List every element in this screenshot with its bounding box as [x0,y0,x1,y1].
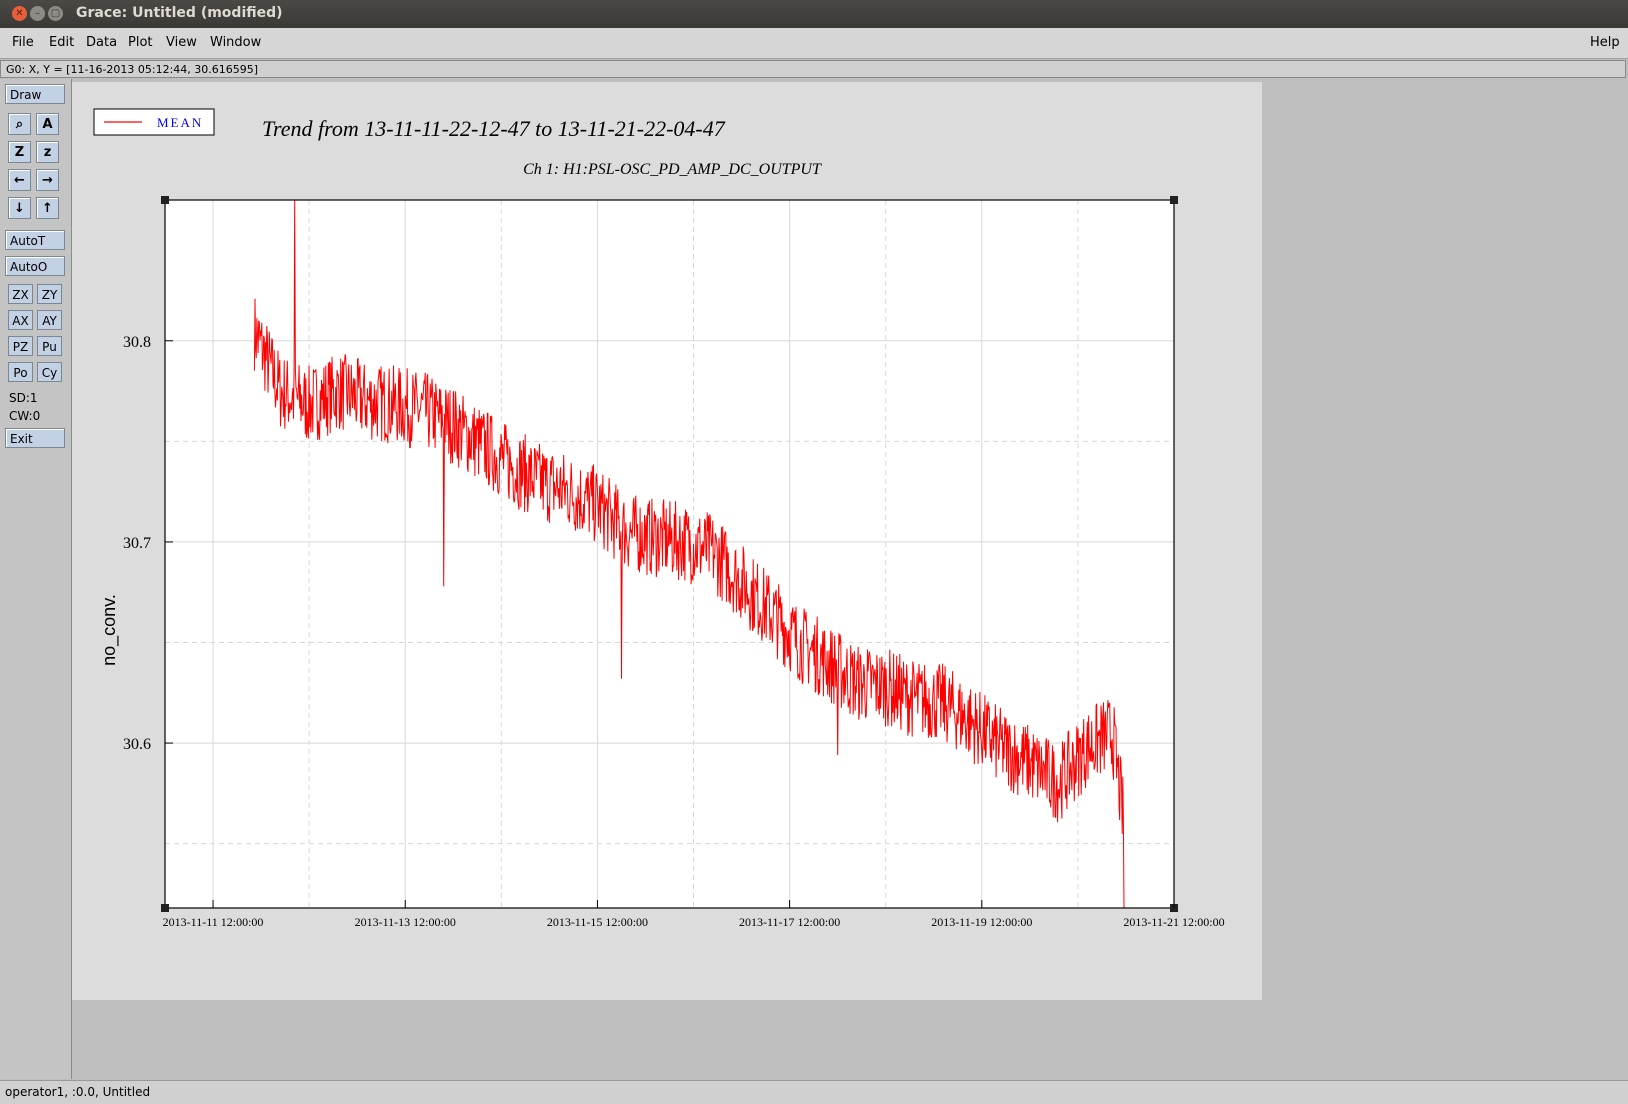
maximize-window-button[interactable]: ▢ [48,6,63,21]
locator-readout: G0: X, Y = [11-16-2013 05:12:44, 30.6165… [0,60,1626,78]
set-count-label: SD:1 [9,391,38,405]
status-bar: operator1, :0.0, Untitled [0,1080,1628,1104]
x-tick-label: 2013-11-17 12:00:00 [739,915,840,929]
menu-view[interactable]: View [166,35,197,50]
zoom-out-z-icon[interactable]: z [36,141,59,163]
menu-help[interactable]: Help [1590,35,1620,50]
zy-button[interactable]: ZY [37,284,62,304]
chart-subtitle: Ch 1: H1:PSL-OSC_PD_AMP_DC_OUTPUT [523,161,822,178]
selection-handle [161,196,169,204]
zx-button[interactable]: ZX [8,284,33,304]
legend-label: MEAN [157,115,203,130]
close-window-button[interactable]: ✕ [12,6,27,21]
autoo-button[interactable]: AutoO [5,256,65,276]
zoom-magnifier-icon[interactable]: ⌕ [8,113,31,135]
draw-button[interactable]: Draw [5,84,65,104]
x-tick-label: 2013-11-15 12:00:00 [547,915,648,929]
pu-button[interactable]: Pu [37,336,62,356]
arrow-left-icon[interactable]: ← [8,169,31,191]
menu-edit[interactable]: Edit [49,35,74,50]
x-tick-label: 2013-11-21 12:00:00 [1123,915,1224,929]
menu-plot[interactable]: Plot [128,35,153,50]
current-world-label: CW:0 [9,409,41,423]
plot-area [165,200,1174,908]
ax-button[interactable]: AX [8,310,33,330]
menubar: File Edit Data Plot View Window Help [0,28,1628,59]
menu-file[interactable]: File [12,35,34,50]
plot-canvas[interactable]: MEAN Trend from 13-11-11-22-12-47 to 13-… [72,82,1262,1000]
selection-handle [1170,196,1178,204]
pz-button[interactable]: PZ [8,336,33,356]
zoom-in-z-icon[interactable]: Z [8,141,31,163]
trend-chart[interactable]: MEAN Trend from 13-11-11-22-12-47 to 13-… [72,82,1262,1000]
window-title: Grace: Untitled (modified) [76,5,283,21]
menu-data[interactable]: Data [86,35,117,50]
minimize-window-button[interactable]: – [30,6,45,21]
y-tick-label: 30.7 [123,535,151,552]
menu-window[interactable]: Window [210,35,261,50]
ay-button[interactable]: AY [37,310,62,330]
y-axis-label: no_conv. [99,594,120,666]
x-tick-label: 2013-11-13 12:00:00 [355,915,456,929]
po-button[interactable]: Po [8,362,33,382]
arrow-down-icon[interactable]: ↓ [8,197,31,219]
window-titlebar: ✕ – ▢ Grace: Untitled (modified) [0,0,1628,28]
x-tick-label: 2013-11-19 12:00:00 [931,915,1032,929]
text-autoscale-icon[interactable]: A [36,113,59,135]
autot-button[interactable]: AutoT [5,230,65,250]
exit-button[interactable]: Exit [5,428,65,448]
arrow-right-icon[interactable]: → [36,169,59,191]
x-tick-label: 2013-11-11 12:00:00 [163,915,264,929]
tool-panel: Draw ⌕ A Z z ← → ↓ ↑ AutoT AutoO ZX ZY A… [0,79,72,1079]
chart-title: Trend from 13-11-11-22-12-47 to 13-11-21… [262,116,726,141]
y-tick-label: 30.8 [123,334,151,351]
y-tick-label: 30.6 [123,736,151,753]
selection-handle [161,904,169,912]
cy-button[interactable]: Cy [37,362,62,382]
arrow-up-icon[interactable]: ↑ [36,197,59,219]
